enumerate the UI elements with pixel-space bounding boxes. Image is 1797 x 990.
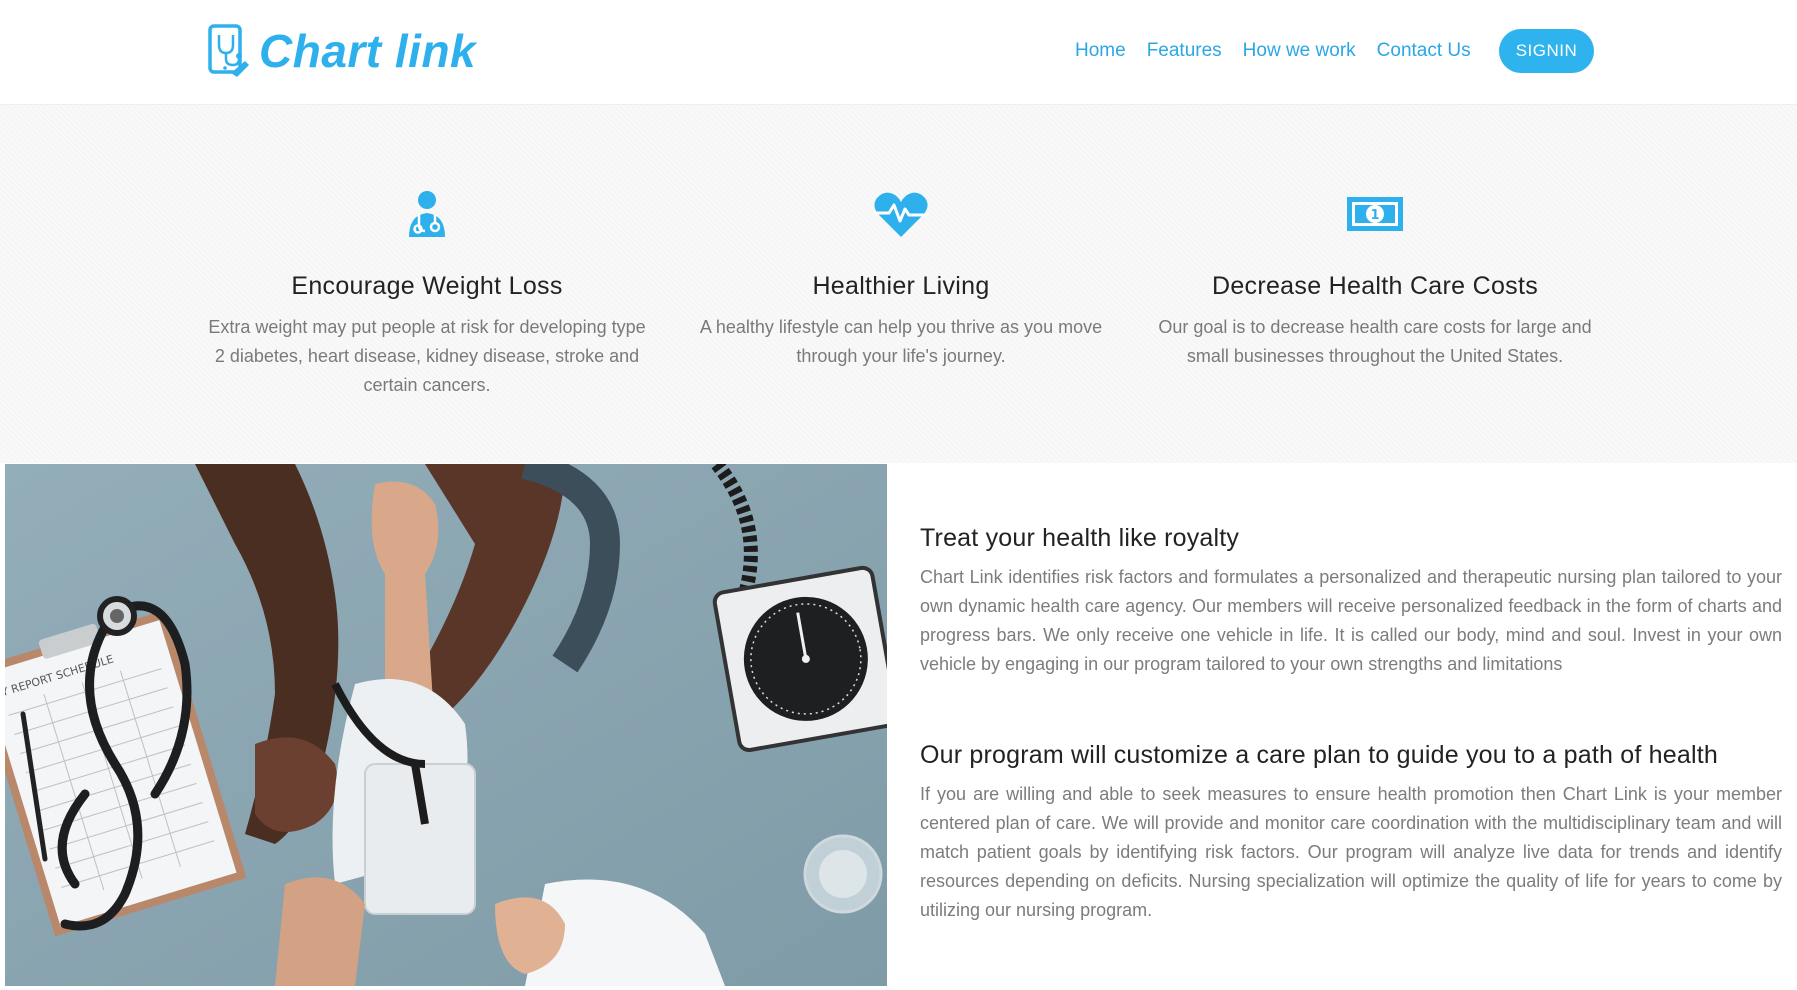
- nav-home-link[interactable]: Home: [1075, 34, 1126, 68]
- blood-pressure-check-photo: Y REPORT SCHEDULE: [5, 464, 887, 986]
- signin-button[interactable]: SIGNIN: [1499, 29, 1594, 73]
- nav-contact-us-link[interactable]: Contact Us: [1377, 34, 1471, 68]
- feature-text: Extra weight may put people at risk for …: [208, 317, 646, 395]
- feature-title: Healthier Living: [812, 272, 990, 300]
- feature-text: Our goal is to decrease health care cost…: [1158, 317, 1592, 366]
- section-title-care-plan: Our program will customize a care plan t…: [920, 741, 1718, 769]
- money-bill-icon: 1: [1347, 197, 1403, 231]
- main-nav: Home Features How we work Contact Us: [1075, 34, 1492, 68]
- logo-link[interactable]: Chart link: [207, 22, 476, 80]
- section-title-royalty: Treat your health like royalty: [920, 524, 1240, 552]
- feature-text: A healthy lifestyle can help you thrive …: [699, 317, 1103, 366]
- feature-title: Decrease Health Care Costs: [1212, 272, 1538, 300]
- nav-how-we-work-link[interactable]: How we work: [1243, 34, 1356, 68]
- svg-text:1: 1: [1370, 208, 1379, 223]
- pressure-gauge: [712, 565, 887, 753]
- photo-illustration: Y REPORT SCHEDULE: [5, 464, 887, 986]
- logo-text: Chart link: [259, 25, 477, 77]
- heartbeat-icon: [873, 192, 929, 237]
- section-text-care-plan: If you are willing and able to seek meas…: [920, 784, 1782, 920]
- section-text-royalty: Chart Link identifies risk factors and f…: [920, 567, 1782, 674]
- doctor-icon: [409, 191, 445, 237]
- features-band: Encourage Weight Loss Extra weight may p…: [0, 105, 1797, 463]
- logo-tablet-stethoscope-icon: [208, 24, 249, 77]
- feature-title: Encourage Weight Loss: [291, 272, 563, 300]
- site-header: Chart link Home Features How we work Con…: [0, 0, 1797, 105]
- nav-features-link[interactable]: Features: [1147, 34, 1222, 68]
